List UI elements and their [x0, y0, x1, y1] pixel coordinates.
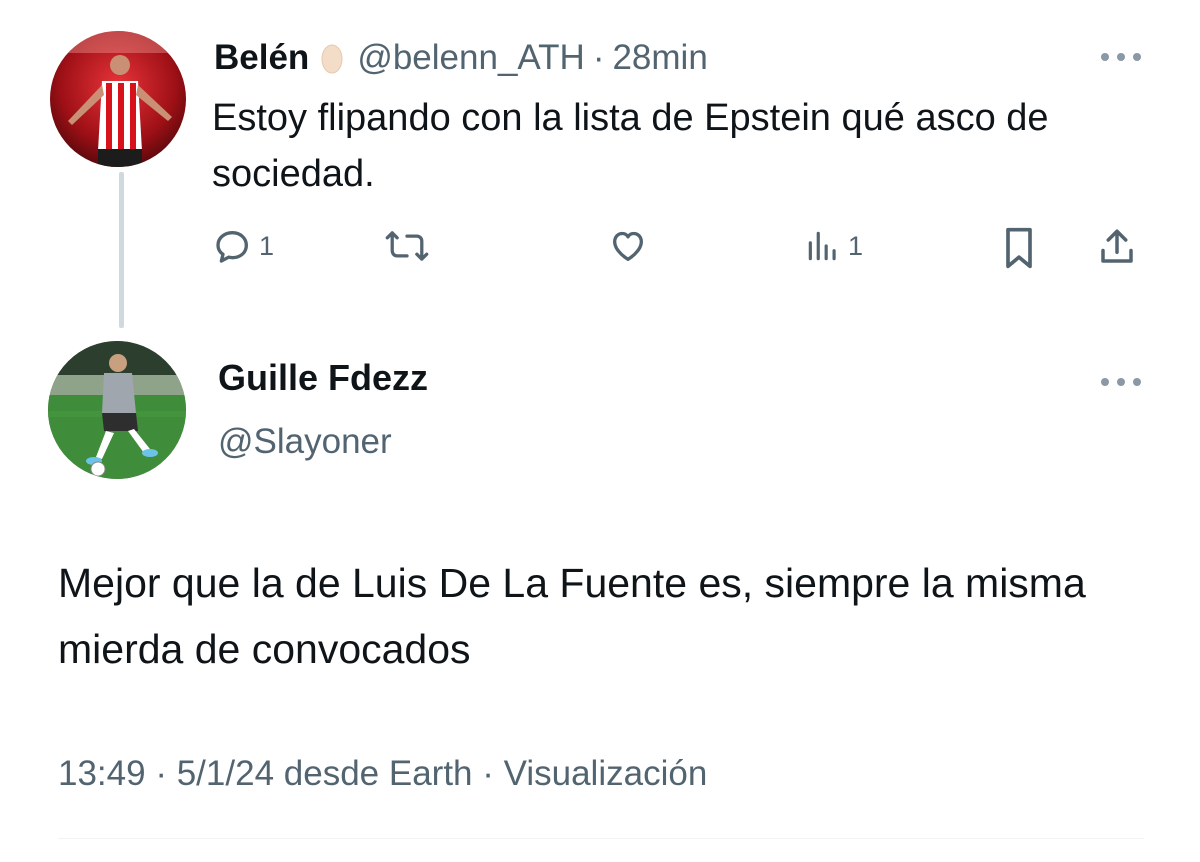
tweet1-text: Estoy flipando con la lista de Epstein q…	[212, 97, 1049, 195]
tweet2-text: Mejor que la de Luis De La Fuente es, si…	[58, 560, 1086, 672]
tweet1-separator: ·	[592, 38, 605, 77]
tweet2-handle[interactable]: @Slayoner	[218, 422, 392, 462]
egg-emoji-icon	[321, 41, 343, 75]
retweet-icon	[384, 226, 430, 266]
views-button[interactable]: 1	[804, 226, 863, 266]
like-button[interactable]	[607, 226, 655, 266]
reply-count: 1	[259, 230, 275, 261]
reply-icon	[213, 226, 253, 266]
bar-chart-icon	[804, 226, 842, 266]
share-button[interactable]	[1096, 226, 1138, 268]
tweet1-more-icon[interactable]	[1101, 50, 1141, 64]
tweet2-views-label[interactable]: Visualización	[504, 754, 708, 793]
tweet1-header: Belén @belenn_ATH · 28min	[214, 38, 708, 78]
views-count: 1	[848, 230, 864, 261]
tweet2-date[interactable]: 5/1/24	[177, 754, 274, 793]
tweet1-author-name[interactable]: Belén	[214, 38, 309, 78]
tweet2-author-name[interactable]: Guille Fdezz	[218, 357, 428, 399]
avatar-guille[interactable]	[48, 341, 186, 479]
tweet2-more-icon[interactable]	[1101, 375, 1141, 389]
divider	[58, 838, 1144, 839]
avatar-belen[interactable]	[50, 31, 186, 167]
tweet1-handle[interactable]: @belenn_ATH	[357, 38, 585, 78]
heart-icon	[607, 226, 649, 266]
retweet-button[interactable]	[384, 226, 436, 266]
tweet1-actions: 1 1	[0, 226, 1200, 274]
share-icon	[1096, 226, 1138, 268]
tweet1-timestamp[interactable]: 28min	[612, 38, 707, 78]
tweet2-time[interactable]: 13:49	[58, 754, 146, 793]
tweet2-source: desde Earth	[283, 754, 473, 793]
tweet2-meta: 13:49 · 5/1/24 desde Earth · Visualizaci…	[58, 754, 708, 793]
reply-button[interactable]: 1	[213, 226, 274, 266]
bookmark-button[interactable]	[1000, 226, 1038, 270]
bookmark-icon	[1000, 226, 1038, 270]
